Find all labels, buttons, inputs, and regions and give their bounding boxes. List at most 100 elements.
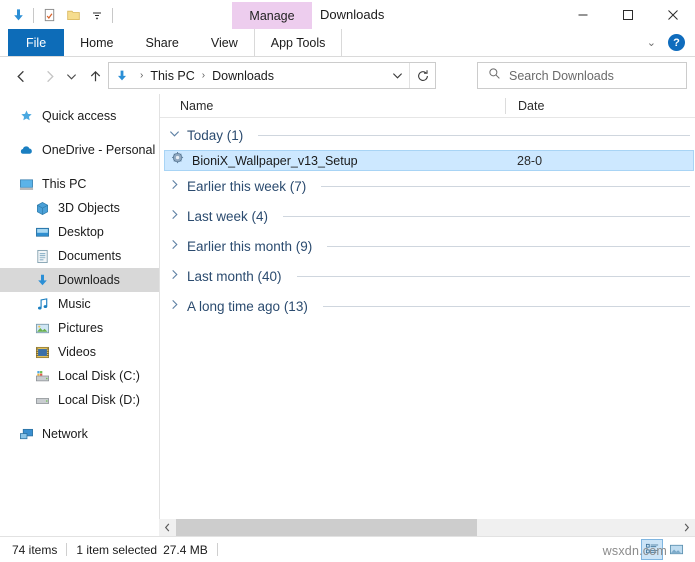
sidebar-item-pictures[interactable]: Pictures xyxy=(0,316,159,340)
sidebar-item-music[interactable]: Music xyxy=(0,292,159,316)
minimize-button[interactable] xyxy=(560,0,605,29)
breadcrumb-this-pc[interactable]: This PC xyxy=(148,69,196,83)
sidebar-item-this-pc[interactable]: This PC xyxy=(0,172,159,196)
sidebar-item-3d-objects[interactable]: 3D Objects xyxy=(0,196,159,220)
ribbon-tab-strip: File Home Share View App Tools ⌄ ? xyxy=(0,29,695,57)
sidebar-item-quick-access[interactable]: Quick access xyxy=(0,104,159,128)
chevron-right-icon[interactable] xyxy=(168,179,180,193)
chevron-right-icon[interactable] xyxy=(168,239,180,253)
scroll-left-button[interactable] xyxy=(159,519,176,536)
network-icon xyxy=(18,426,35,443)
search-input[interactable]: Search Downloads xyxy=(477,62,687,89)
sidebar-item-network[interactable]: Network xyxy=(0,422,159,446)
sidebar-item-downloads[interactable]: Downloads xyxy=(0,268,159,292)
group-rule xyxy=(327,245,690,247)
file-list-pane[interactable]: Name Date Today (1) BioniX_Wallpaper_v13… xyxy=(159,94,695,519)
properties-icon[interactable] xyxy=(37,4,61,27)
sidebar-item-label: Network xyxy=(42,427,88,441)
chevron-down-icon[interactable]: ⌄ xyxy=(641,36,662,49)
column-header-name[interactable]: Name xyxy=(160,99,505,113)
nav-gap-1 xyxy=(0,128,159,138)
address-dropdown-icon[interactable] xyxy=(387,63,407,88)
sidebar-item-documents[interactable]: Documents xyxy=(0,244,159,268)
close-button[interactable] xyxy=(650,0,695,29)
downloads-icon[interactable] xyxy=(6,4,30,27)
view-mode-buttons xyxy=(641,539,687,560)
sidebar-item-label: This PC xyxy=(42,177,87,191)
music-note-icon xyxy=(34,296,51,313)
group-header-a-long-time-ago[interactable]: A long time ago (13) xyxy=(160,291,695,321)
sidebar-item-label: OneDrive - Personal xyxy=(42,143,156,157)
chevron-right-icon[interactable] xyxy=(168,299,180,313)
group-label: Earlier this week (7) xyxy=(187,178,307,194)
title-bar: Manage Downloads xyxy=(0,0,695,29)
chevron-right-icon[interactable] xyxy=(168,209,180,223)
recent-locations-button[interactable] xyxy=(62,63,80,89)
horizontal-scrollbar[interactable] xyxy=(159,519,695,536)
ribbon-right-controls: ⌄ ? xyxy=(641,29,689,56)
file-date: 28-0 xyxy=(517,153,543,168)
sidebar-item-local-disk-d[interactable]: Local Disk (D:) xyxy=(0,388,159,412)
file-explorer-window: Manage Downloads File Home Share View Ap… xyxy=(0,0,695,562)
customize-chevron-icon[interactable] xyxy=(85,4,109,27)
group-label: Earlier this month (9) xyxy=(187,238,313,254)
group-header-last-month[interactable]: Last month (40) xyxy=(160,261,695,291)
scroll-right-button[interactable] xyxy=(678,519,695,536)
maximize-button[interactable] xyxy=(605,0,650,29)
window-title: Downloads xyxy=(320,7,385,22)
sidebar-item-label: Quick access xyxy=(42,109,117,123)
group-header-today[interactable]: Today (1) xyxy=(160,120,695,150)
large-icons-view-button[interactable] xyxy=(665,539,687,560)
chevron-down-icon[interactable] xyxy=(168,128,180,142)
tab-home[interactable]: Home xyxy=(64,29,129,56)
sidebar-item-onedrive[interactable]: OneDrive - Personal xyxy=(0,138,159,162)
scrollbar-thumb[interactable] xyxy=(176,519,478,536)
sidebar-item-label: Videos xyxy=(58,345,96,359)
group-header-earlier-this-week[interactable]: Earlier this week (7) xyxy=(160,171,695,201)
sidebar-item-label: Music xyxy=(58,297,91,311)
sidebar-item-videos[interactable]: Videos xyxy=(0,340,159,364)
sidebar-item-local-disk-c[interactable]: Local Disk (C:) xyxy=(0,364,159,388)
group-header-earlier-this-month[interactable]: Earlier this month (9) xyxy=(160,231,695,261)
downloads-folder-icon xyxy=(109,69,135,83)
scrollbar-track[interactable] xyxy=(176,519,678,536)
tab-app-tools[interactable]: App Tools xyxy=(253,29,343,56)
tab-view[interactable]: View xyxy=(195,29,254,56)
tab-file[interactable]: File xyxy=(8,29,65,56)
group-label: Today (1) xyxy=(187,127,244,143)
sidebar-item-label: Downloads xyxy=(58,273,120,287)
sidebar-item-label: Local Disk (D:) xyxy=(58,393,140,407)
contextual-tab-header-manage[interactable]: Manage xyxy=(232,2,312,29)
navigation-pane[interactable]: Quick access OneDrive - Personal This PC xyxy=(0,94,159,519)
cube-icon xyxy=(34,200,51,217)
table-row[interactable]: BioniX_Wallpaper_v13_Setup 28-0 xyxy=(164,150,694,171)
star-icon xyxy=(18,108,35,125)
nav-gap-3 xyxy=(0,412,159,422)
new-folder-icon[interactable] xyxy=(61,4,85,27)
cloud-icon xyxy=(18,142,35,159)
forward-button[interactable] xyxy=(36,63,62,89)
up-button[interactable] xyxy=(82,63,108,89)
sidebar-item-label: Documents xyxy=(58,249,122,263)
status-selection-info: 1 item selected xyxy=(76,542,158,557)
tab-share[interactable]: Share xyxy=(130,29,195,56)
window-controls xyxy=(560,0,695,29)
group-header-last-week[interactable]: Last week (4) xyxy=(160,201,695,231)
back-button[interactable] xyxy=(8,63,34,89)
address-bar[interactable]: › This PC › Downloads xyxy=(108,62,436,89)
picture-icon xyxy=(34,320,51,337)
status-item-count: 74 items xyxy=(12,542,58,557)
group-label: Last month (40) xyxy=(187,268,282,284)
details-view-button[interactable] xyxy=(641,539,663,560)
refresh-button[interactable] xyxy=(409,63,435,88)
qat-separator-2 xyxy=(112,7,113,23)
group-rule xyxy=(283,215,690,217)
chevron-right-icon[interactable] xyxy=(168,269,180,283)
sidebar-item-desktop[interactable]: Desktop xyxy=(0,220,159,244)
column-header-date[interactable]: Date xyxy=(505,97,695,114)
breadcrumb-downloads[interactable]: Downloads xyxy=(210,69,276,83)
ribbon-tabs: File Home Share View App Tools xyxy=(8,29,343,56)
breadcrumb-separator-1: › xyxy=(201,70,206,81)
help-button[interactable]: ? xyxy=(668,34,685,51)
desktop-icon xyxy=(34,224,51,241)
